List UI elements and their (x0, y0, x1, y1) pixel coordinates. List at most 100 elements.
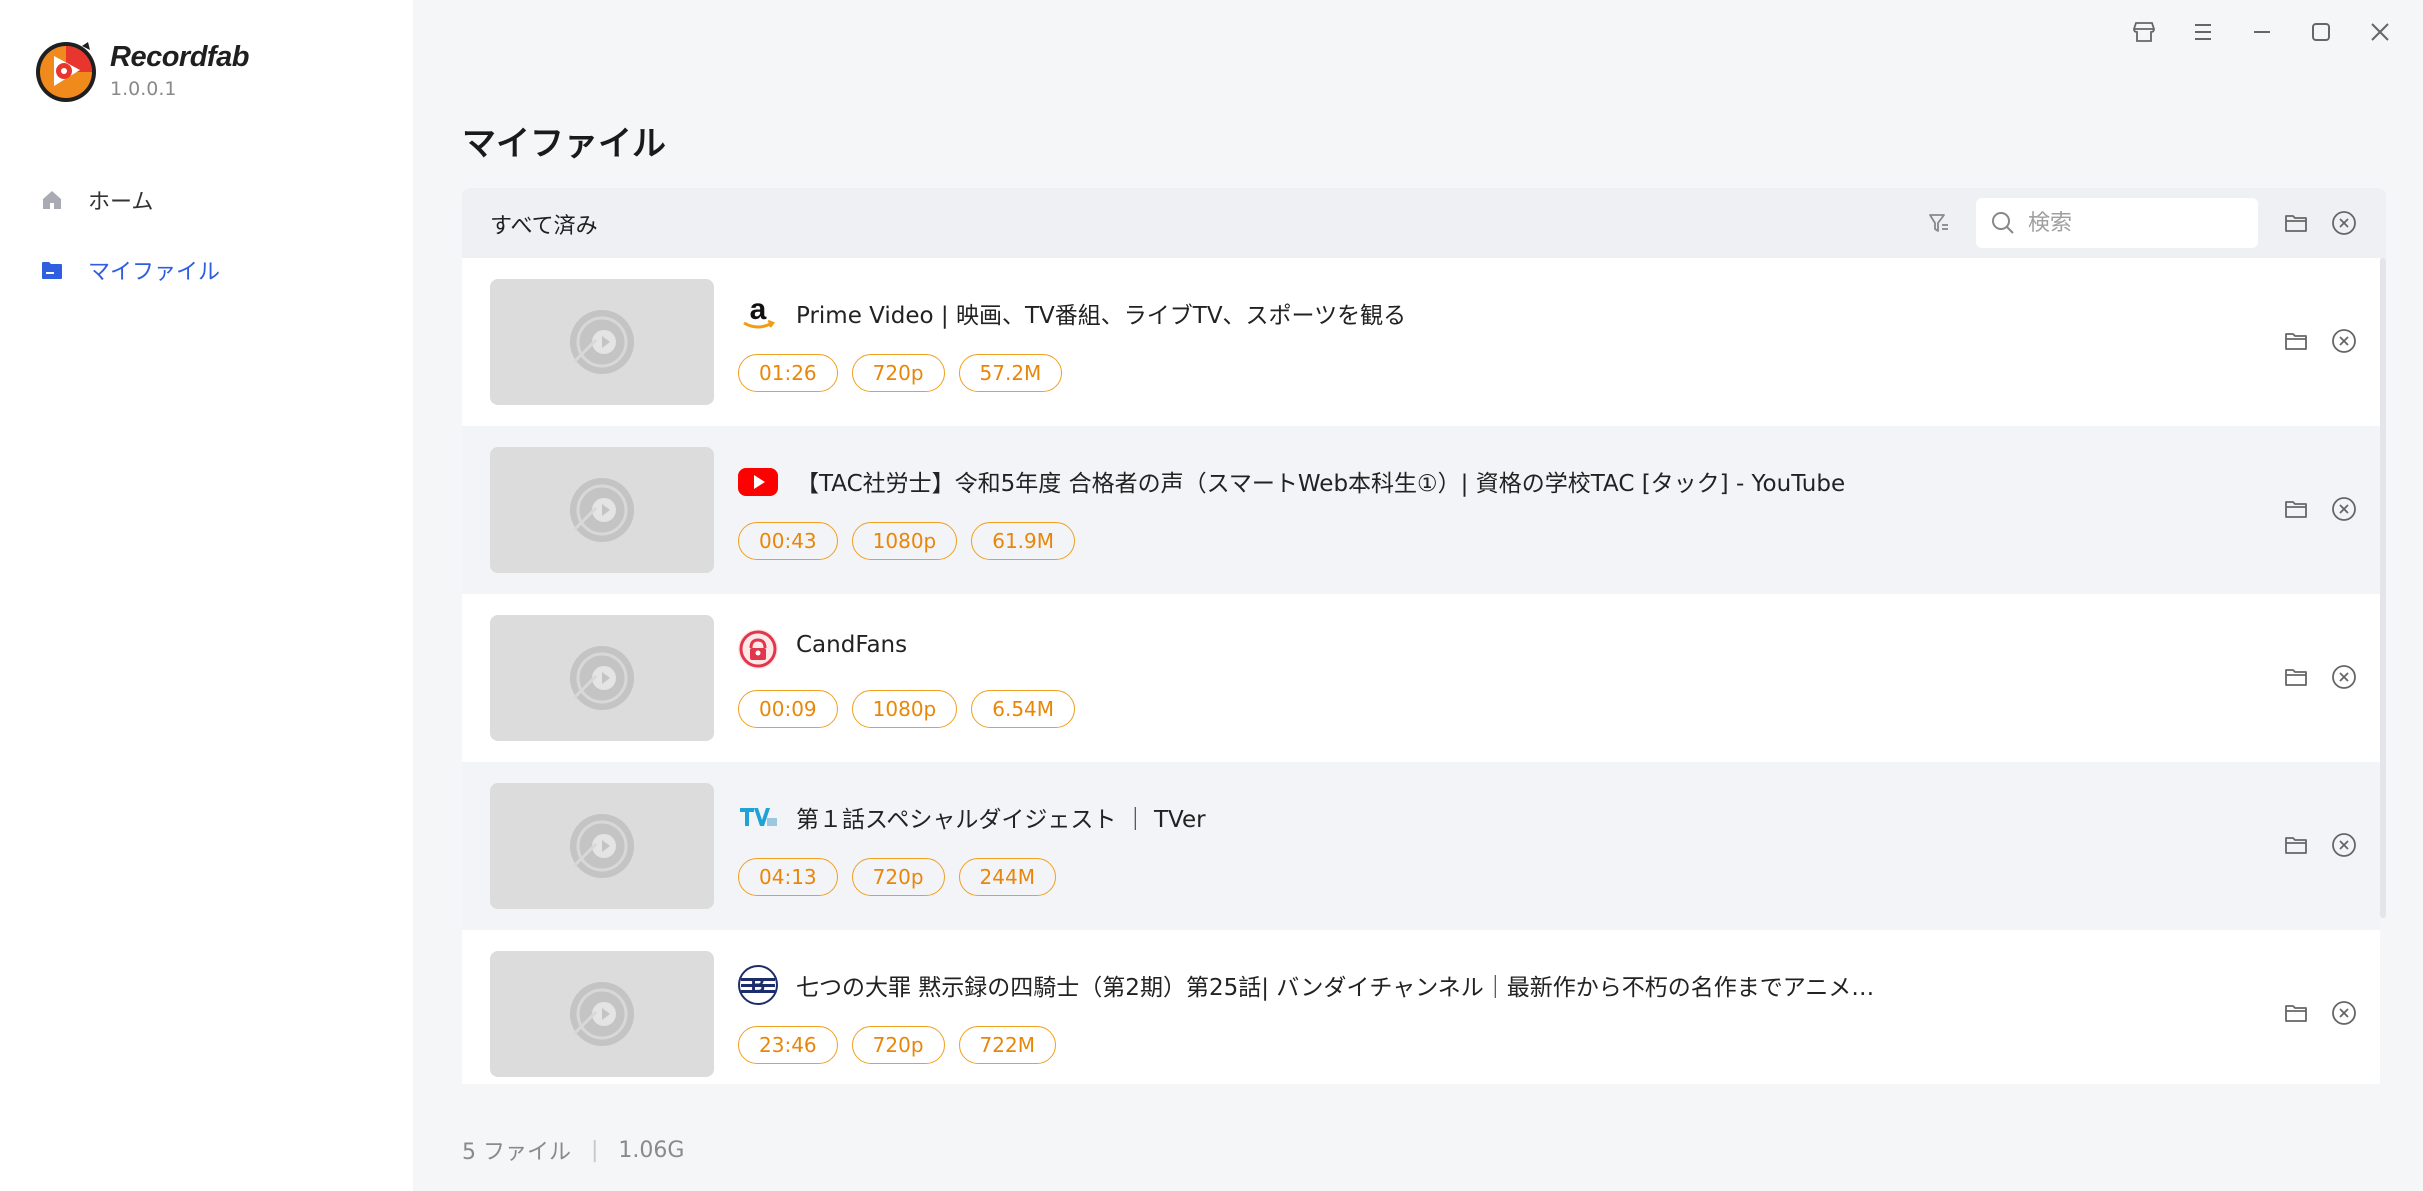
close-circle-icon (2332, 665, 2356, 689)
toolbar: すべて済み (462, 188, 2386, 258)
search-icon (1992, 212, 2014, 234)
video-placeholder-icon (570, 478, 634, 542)
close-circle-icon (2332, 211, 2356, 235)
candfans-icon (737, 628, 779, 670)
sidebar-item-home[interactable]: ホーム (38, 180, 153, 220)
delete-file-button[interactable] (2328, 661, 2360, 693)
shop-icon (2132, 22, 2155, 42)
size-badge: 6.54M (971, 690, 1076, 728)
video-placeholder-icon (570, 310, 634, 374)
video-placeholder-icon (570, 814, 634, 878)
divider: | (591, 1137, 599, 1163)
maximize-icon (2311, 23, 2330, 41)
video-thumbnail (490, 447, 714, 573)
tver-icon (737, 796, 779, 838)
file-row[interactable]: CandFans 00:09 1080p 6.54M (462, 594, 2380, 762)
folder-icon (38, 256, 66, 284)
file-row[interactable]: 第１話スペシャルダイジェスト ｜ TVer 04:13 720p 244M (462, 762, 2380, 930)
menu-icon (2194, 24, 2211, 40)
maximize-button[interactable] (2291, 14, 2350, 50)
sidebar-item-label: マイファイル (88, 260, 221, 285)
resolution-badge: 720p (851, 1026, 945, 1064)
open-folder-button[interactable] (2280, 325, 2312, 357)
file-row[interactable]: a Prime Video | 映画、TV番組、ライブTV、スポーツを観る 01… (462, 258, 2380, 426)
folder-icon (2285, 215, 2307, 232)
open-folder-button[interactable] (2280, 829, 2312, 861)
amazon-icon: a (737, 292, 779, 334)
file-title: 第１話スペシャルダイジェスト ｜ TVer (796, 807, 1206, 833)
resolution-badge: 720p (851, 354, 945, 392)
app-name: Recordfab (110, 41, 249, 73)
file-list: a Prime Video | 映画、TV番組、ライブTV、スポーツを観る 01… (462, 258, 2386, 1084)
duration-badge: 01:26 (738, 354, 838, 392)
youtube-icon (737, 460, 779, 502)
filter-label: すべて済み (490, 214, 598, 239)
file-title: Prime Video | 映画、TV番組、ライブTV、スポーツを観る (796, 303, 1407, 329)
file-panel: すべて済み a Prime Video | 映画、TV番組、ライブTV、スポーツ… (462, 188, 2386, 1084)
sidebar-item-my-files[interactable]: マイファイル (38, 250, 220, 290)
delete-file-button[interactable] (2328, 493, 2360, 525)
open-folder-button[interactable] (2280, 661, 2312, 693)
app-version: 1.0.0.1 (110, 78, 177, 100)
file-title: CandFans (796, 632, 908, 658)
size-badge: 722M (958, 1026, 1056, 1064)
close-window-button[interactable] (2350, 14, 2409, 50)
home-icon (38, 186, 66, 214)
video-thumbnail (490, 279, 714, 405)
open-folder-button[interactable] (2280, 997, 2312, 1029)
search-input[interactable] (2028, 210, 2248, 236)
svg-text:B: B (751, 975, 765, 997)
shop-button[interactable] (2114, 14, 2173, 50)
size-badge: 244M (958, 858, 1056, 896)
total-size: 1.06G (618, 1137, 685, 1163)
filter-icon (1929, 214, 1948, 232)
window-controls (2114, 14, 2409, 50)
list-scrollbar[interactable] (2380, 258, 2386, 918)
file-count: 5 ファイル (462, 1140, 571, 1165)
duration-badge: 04:13 (738, 858, 838, 896)
folder-icon (2285, 1005, 2307, 1022)
duration-badge: 23:46 (738, 1026, 838, 1064)
sidebar: Recordfab 1.0.0.1 ホーム マイファイル (0, 0, 413, 1191)
open-folder-button[interactable] (2280, 493, 2312, 525)
minimize-icon (2253, 31, 2270, 33)
resolution-badge: 720p (851, 858, 945, 896)
page-title: マイファイル (462, 124, 666, 164)
video-thumbnail (490, 615, 714, 741)
size-badge: 57.2M (958, 354, 1063, 392)
folder-icon (2285, 501, 2307, 518)
duration-badge: 00:43 (738, 522, 838, 560)
file-row[interactable]: 【TAC社労士】令和5年度 合格者の声（スマートWeb本科生①）| 資格の学校T… (462, 426, 2380, 594)
delete-file-button[interactable] (2328, 325, 2360, 357)
status-footer: 5 ファイル | 1.06G (462, 1134, 684, 1166)
file-row[interactable]: B 七つの大罪 黙示録の四騎士（第2期）第25話| バンダイチャンネル｜最新作か… (462, 930, 2380, 1084)
open-folder-button[interactable] (2280, 208, 2312, 238)
size-badge: 61.9M (971, 522, 1076, 560)
menu-button[interactable] (2173, 14, 2232, 50)
delete-file-button[interactable] (2328, 997, 2360, 1029)
video-placeholder-icon (570, 982, 634, 1046)
close-icon (2370, 23, 2389, 41)
folder-icon (2285, 837, 2307, 854)
clear-all-button[interactable] (2328, 208, 2360, 238)
resolution-badge: 1080p (851, 690, 958, 728)
folder-icon (2285, 333, 2307, 350)
video-thumbnail (490, 783, 714, 909)
delete-file-button[interactable] (2328, 829, 2360, 861)
close-circle-icon (2332, 497, 2356, 521)
resolution-badge: 1080p (851, 522, 958, 560)
video-thumbnail (490, 951, 714, 1077)
sidebar-item-label: ホーム (88, 190, 154, 215)
search-box (1976, 198, 2258, 248)
video-placeholder-icon (570, 646, 634, 710)
close-circle-icon (2332, 329, 2356, 353)
file-title: 七つの大罪 黙示録の四騎士（第2期）第25話| バンダイチャンネル｜最新作から不… (796, 975, 1896, 1001)
filter-button[interactable] (1924, 208, 1954, 238)
close-circle-icon (2332, 833, 2356, 857)
brand: Recordfab 1.0.0.1 (34, 40, 249, 104)
minimize-button[interactable] (2232, 14, 2291, 50)
close-circle-icon (2332, 1001, 2356, 1025)
file-title: 【TAC社労士】令和5年度 合格者の声（スマートWeb本科生①）| 資格の学校T… (796, 471, 1846, 497)
bandai-channel-icon: B (737, 964, 779, 1006)
duration-badge: 00:09 (738, 690, 838, 728)
